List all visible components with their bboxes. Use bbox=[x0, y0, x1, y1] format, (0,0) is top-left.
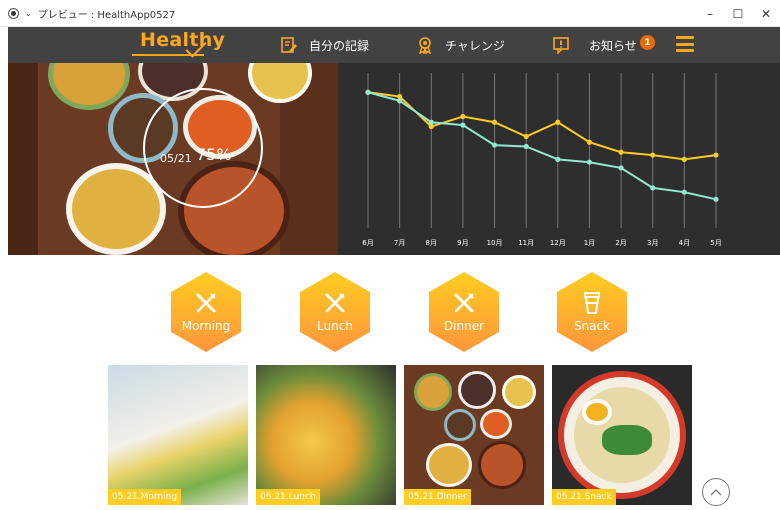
logo[interactable]: Healthy bbox=[140, 29, 225, 51]
category-morning-button[interactable]: Morning bbox=[171, 272, 241, 352]
series-2-point bbox=[713, 196, 719, 202]
meal-card-morning[interactable]: 05.21.Morning bbox=[108, 365, 248, 505]
knife-fork-icon bbox=[196, 293, 216, 313]
scroll-to-top-button[interactable] bbox=[702, 478, 730, 506]
series-1-point bbox=[586, 139, 593, 145]
nav-my-record-label: 自分の記録 bbox=[309, 38, 370, 53]
notice-icon bbox=[551, 35, 571, 55]
series-1-point bbox=[491, 119, 498, 125]
chart-svg: 6月 7月 8月 9月 10月 11月 12月 1月 2月 3月 4月 5月 bbox=[362, 73, 722, 247]
series-2-point bbox=[491, 142, 498, 148]
dish bbox=[426, 443, 472, 487]
memo-pencil-icon bbox=[279, 35, 299, 55]
category-dinner-button[interactable]: Dinner bbox=[429, 272, 499, 352]
nav-notice[interactable]: お知らせ bbox=[551, 27, 637, 63]
dish bbox=[502, 375, 536, 409]
hamburger-menu-icon[interactable] bbox=[676, 36, 694, 52]
dish bbox=[444, 409, 476, 441]
x-tick-label: 5月 bbox=[710, 239, 721, 247]
category-lunch-button[interactable]: Lunch bbox=[300, 272, 370, 352]
meal-card-snack[interactable]: 05.21.Snack bbox=[552, 365, 692, 505]
x-tick-label: 10月 bbox=[487, 239, 503, 247]
series-2-point bbox=[523, 143, 529, 150]
x-tick-label: 8月 bbox=[426, 239, 437, 247]
meal-caption: 05.21.Snack bbox=[552, 489, 616, 505]
nav-my-record[interactable]: 自分の記録 bbox=[279, 27, 369, 63]
nav-notice-label: お知らせ bbox=[589, 38, 637, 53]
x-tick-label: 4月 bbox=[679, 239, 690, 247]
nav-challenge[interactable]: チャレンジ bbox=[415, 27, 505, 63]
meal-caption: 05.21.Morning bbox=[108, 489, 182, 505]
x-tick-label: 12月 bbox=[550, 239, 566, 247]
series-1-point bbox=[681, 156, 687, 162]
achievement-date: 05/21 bbox=[160, 152, 192, 165]
nav-challenge-label: チャレンジ bbox=[445, 38, 505, 53]
series-2-point bbox=[428, 119, 434, 125]
x-tick-label: 9月 bbox=[457, 239, 468, 247]
dish bbox=[602, 425, 652, 455]
close-button[interactable]: ✕ bbox=[752, 0, 780, 27]
dish bbox=[480, 409, 512, 439]
category-label: Snack bbox=[573, 319, 611, 333]
record-icon bbox=[8, 7, 19, 19]
meal-card-dinner[interactable]: 05.21.Dinner bbox=[404, 365, 544, 505]
cup-icon bbox=[584, 292, 600, 314]
series-1-point bbox=[460, 113, 466, 120]
series-line-1 bbox=[367, 91, 717, 161]
dish bbox=[582, 399, 612, 425]
category-label: Morning bbox=[181, 319, 231, 333]
series-1-point bbox=[713, 152, 719, 158]
body-record-chart: 6月 7月 8月 9月 10月 11月 12月 1月 2月 3月 4月 5月 bbox=[338, 63, 780, 255]
x-tick-label: 11月 bbox=[518, 239, 534, 247]
maximize-button[interactable]: ☐ bbox=[724, 0, 752, 27]
x-tick-label: 1月 bbox=[584, 239, 595, 247]
series-line-2 bbox=[367, 91, 717, 201]
dropdown-chevron-icon[interactable]: ⌄ bbox=[25, 9, 32, 18]
window-title: プレビュー : HealthApp0527 bbox=[37, 9, 176, 21]
app-header: Healthy 自分の記録 チャレンジ お知らせ 1 bbox=[8, 27, 780, 63]
medal-icon bbox=[415, 35, 435, 55]
series-1-point bbox=[618, 149, 624, 155]
window-titlebar: ⌄ プレビュー : HealthApp0527 – ☐ ✕ bbox=[0, 0, 780, 27]
series-2-point bbox=[586, 159, 593, 165]
meal-caption: 05.21.Lunch bbox=[256, 489, 320, 505]
series-1-point bbox=[650, 152, 656, 158]
knife-fork-icon bbox=[325, 293, 345, 313]
x-tick-label: 2月 bbox=[615, 239, 626, 247]
tray-edge bbox=[8, 63, 38, 255]
dish bbox=[458, 371, 496, 409]
series-1-point bbox=[523, 133, 529, 140]
series-2-point bbox=[618, 165, 624, 171]
category-snack-button[interactable]: Snack bbox=[557, 272, 627, 352]
knife-fork-icon bbox=[454, 293, 474, 313]
achievement-rate: 75% bbox=[196, 145, 232, 164]
series-1-point bbox=[555, 119, 561, 125]
chevron-up-icon bbox=[710, 489, 722, 496]
meal-caption: 05.21.Dinner bbox=[404, 489, 471, 505]
dish bbox=[414, 373, 452, 411]
notification-badge: 1 bbox=[640, 35, 655, 50]
category-label: Lunch bbox=[317, 319, 353, 333]
meal-card-lunch[interactable]: 05.21.Lunch bbox=[256, 365, 396, 505]
series-2-point bbox=[365, 89, 371, 95]
series-2-point bbox=[681, 189, 687, 195]
x-tick-label: 6月 bbox=[362, 239, 373, 247]
x-tick-label: 3月 bbox=[647, 239, 658, 247]
minimize-button[interactable]: – bbox=[696, 0, 724, 27]
series-2-point bbox=[555, 156, 561, 162]
series-2-point bbox=[397, 98, 403, 104]
series-2-point bbox=[460, 122, 466, 128]
x-tick-label: 7月 bbox=[394, 239, 405, 247]
dish bbox=[478, 441, 526, 489]
series-2-point bbox=[650, 185, 656, 191]
meal-category-row: Morning Lunch Dinner Snack bbox=[0, 272, 780, 362]
category-label: Dinner bbox=[443, 319, 485, 333]
